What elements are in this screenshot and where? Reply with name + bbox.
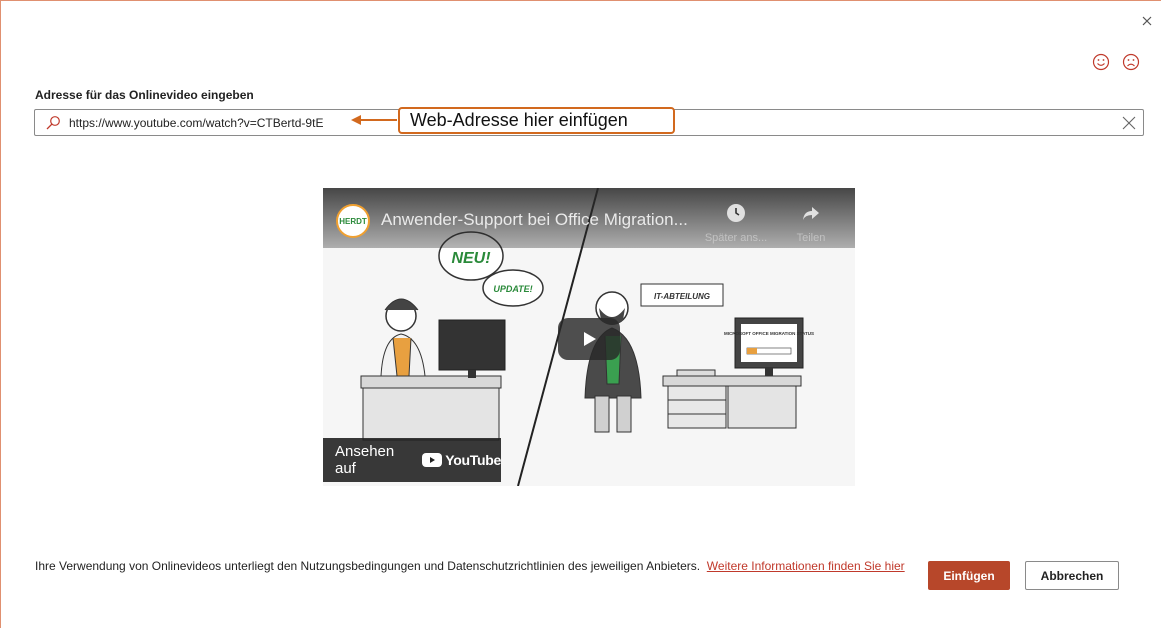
insert-online-video-dialog: Adresse für das Onlinevideo eingeben Web… (0, 0, 1161, 628)
play-button[interactable] (558, 318, 620, 360)
url-field-label: Adresse für das Onlinevideo eingeben (35, 88, 254, 102)
watch-on-youtube-button[interactable]: Ansehen auf YouTube (323, 438, 501, 482)
video-preview[interactable]: NEU! UPDATE! IT-ABTEILUNG MICROSOFT OFFI… (323, 188, 855, 486)
watch-later-button[interactable]: Später ans... (701, 202, 771, 244)
share-icon (803, 207, 819, 220)
url-input[interactable] (69, 113, 369, 133)
play-icon (584, 332, 596, 346)
monitor-status-text: MICROSOFT OFFICE MIGRATION STATUS (724, 331, 814, 336)
channel-logo[interactable]: HERDT (336, 204, 370, 238)
youtube-icon (422, 453, 443, 467)
it-sign-text: IT-ABTEILUNG (654, 292, 710, 301)
callout-annotation: Web-Adresse hier einfügen (398, 107, 675, 134)
bubble-update: UPDATE! (493, 284, 532, 294)
clock-icon (727, 204, 745, 222)
callout-arrow (351, 115, 397, 125)
cancel-button[interactable]: Abbrechen (1025, 561, 1119, 590)
clear-icon[interactable] (1121, 115, 1137, 131)
youtube-brand-text: YouTube (445, 452, 501, 468)
youtube-logo: YouTube (422, 452, 501, 468)
bubble-neu: NEU! (451, 250, 491, 267)
terms-text: Ihre Verwendung von Onlinevideos unterli… (35, 559, 701, 573)
share-button[interactable]: Teilen (776, 202, 846, 244)
search-icon (46, 116, 60, 130)
terms-notice: Ihre Verwendung von Onlinevideos unterli… (35, 558, 915, 574)
video-title[interactable]: Anwender-Support bei Office Migration... (381, 210, 688, 230)
close-button[interactable] (1137, 11, 1157, 31)
watch-later-label: Später ans... (704, 232, 768, 244)
more-info-link[interactable]: Weitere Informationen finden Sie hier (707, 559, 905, 573)
close-icon (1142, 16, 1152, 26)
watch-on-label: Ansehen auf (335, 443, 395, 477)
frown-icon[interactable] (1122, 53, 1140, 71)
smile-icon[interactable] (1092, 53, 1110, 71)
share-label: Teilen (796, 232, 826, 244)
insert-button[interactable]: Einfügen (928, 561, 1010, 590)
